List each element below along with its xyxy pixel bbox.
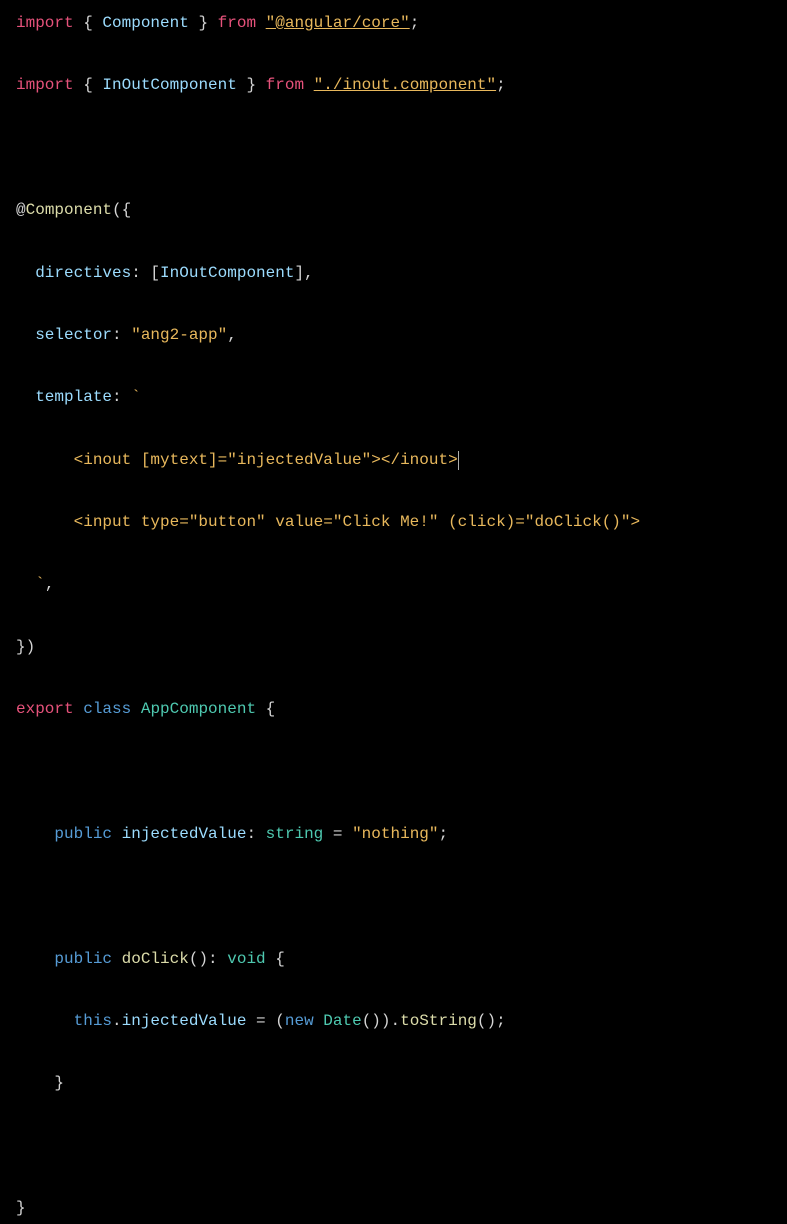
keyword-import: import xyxy=(16,14,74,32)
code-line[interactable]: <inout [mytext]="injectedValue"></inout> xyxy=(16,445,771,476)
keyword-new: new xyxy=(285,1012,314,1030)
keyword-this: this xyxy=(74,1012,112,1030)
code-line[interactable] xyxy=(16,1131,771,1162)
decorator-at: @ xyxy=(16,201,26,219)
code-editor[interactable]: import { Component } from "@angular/core… xyxy=(16,8,771,1224)
code-line[interactable] xyxy=(16,881,771,912)
text-cursor xyxy=(458,451,459,470)
code-line[interactable]: public injectedValue: string = "nothing"… xyxy=(16,819,771,850)
method-name: doClick xyxy=(122,950,189,968)
code-line[interactable]: directives: [InOutComponent], xyxy=(16,258,771,289)
code-line[interactable]: } xyxy=(16,1193,771,1224)
code-line[interactable]: export class AppComponent { xyxy=(16,694,771,725)
code-line[interactable]: import { InOutComponent } from "./inout.… xyxy=(16,70,771,101)
code-line[interactable] xyxy=(16,757,771,788)
keyword-from: from xyxy=(218,14,256,32)
code-line[interactable]: }) xyxy=(16,632,771,663)
code-line[interactable]: import { Component } from "@angular/core… xyxy=(16,8,771,39)
keyword-class: class xyxy=(83,700,131,718)
template-html: <inout [mytext]="injectedValue"></inout> xyxy=(74,451,458,469)
code-line[interactable]: } xyxy=(16,1068,771,1099)
code-line[interactable]: `, xyxy=(16,569,771,600)
template-html: <input type="button" value="Click Me!" (… xyxy=(74,513,641,531)
code-line[interactable]: @Component({ xyxy=(16,195,771,226)
class-name: AppComponent xyxy=(141,700,256,718)
code-line[interactable]: template: ` xyxy=(16,382,771,413)
string-module: "@angular/core" xyxy=(266,14,410,32)
code-line[interactable]: public doClick(): void { xyxy=(16,944,771,975)
decorator-name: Component xyxy=(26,201,112,219)
code-line[interactable]: <input type="button" value="Click Me!" (… xyxy=(16,507,771,538)
code-line[interactable]: this.injectedValue = (new Date()).toStri… xyxy=(16,1006,771,1037)
code-line[interactable] xyxy=(16,133,771,164)
keyword-export: export xyxy=(16,700,74,718)
keyword-public: public xyxy=(54,825,112,843)
code-line[interactable]: selector: "ang2-app", xyxy=(16,320,771,351)
